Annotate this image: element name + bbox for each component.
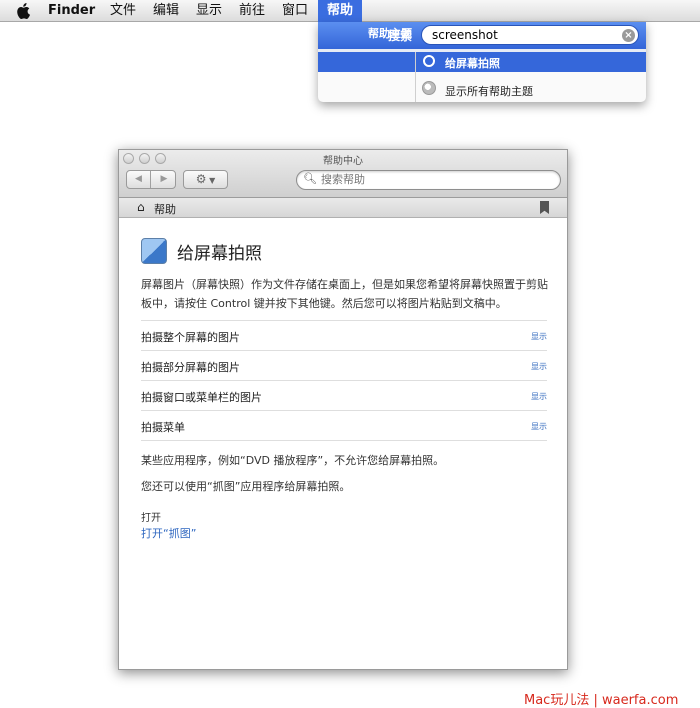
menu-column-divider — [415, 52, 416, 102]
finder-icon — [141, 238, 167, 264]
help-topic-label[interactable]: 给屏幕拍照 — [445, 55, 500, 71]
chevron-down-icon: ▼ — [206, 176, 216, 185]
task-label: 拍摄部分屏幕的图片 — [141, 361, 240, 374]
clear-search-icon[interactable]: × — [622, 29, 635, 42]
apple-menu-button[interactable] — [10, 3, 36, 19]
open-heading: 打开 — [141, 513, 161, 524]
navigation-buttons: ◀ ▶ — [126, 170, 176, 189]
divider — [141, 440, 547, 441]
back-button[interactable]: ◀ — [127, 171, 151, 188]
bookmark-icon[interactable] — [540, 201, 549, 214]
home-link[interactable]: 帮助 — [154, 201, 176, 217]
menu-window[interactable]: 窗口 — [274, 0, 316, 22]
menu-edit[interactable]: 编辑 — [145, 0, 187, 22]
help-globe-icon — [422, 81, 436, 95]
help-topic-icon — [423, 55, 435, 67]
article-title: 给屏幕拍照 — [177, 244, 262, 264]
task-row[interactable]: 拍摄整个屏幕的图片 显示 — [141, 320, 547, 350]
show-toggle-link[interactable]: 显示 — [531, 421, 547, 432]
help-search-value[interactable]: screenshot — [432, 28, 498, 42]
show-toggle-link[interactable]: 显示 — [531, 391, 547, 402]
gear-action-button[interactable]: ⚙ ▼ — [183, 170, 228, 189]
show-toggle-link[interactable]: 显示 — [531, 331, 547, 342]
article-intro: 屏幕图片（屏幕快照）作为文件存储在桌面上，但是如果您希望将屏幕快照置于剪贴板中，… — [141, 278, 548, 310]
menu-view[interactable]: 显示 — [188, 0, 230, 22]
task-row[interactable]: 拍摄菜单 显示 — [141, 410, 547, 440]
menu-bar: Finder 文件 编辑 显示 前往 窗口 帮助 — [0, 0, 700, 22]
article-note: 某些应用程序，例如“DVD 播放程序”，不允许您给屏幕拍照。 — [141, 454, 445, 467]
menu-finder[interactable]: Finder — [40, 0, 103, 22]
task-row[interactable]: 拍摄部分屏幕的图片 显示 — [141, 350, 547, 380]
show-toggle-link[interactable]: 显示 — [531, 361, 547, 372]
help-topics-label: 帮助主题 — [368, 27, 412, 40]
help-center-window: 帮助中心 ◀ ▶ ⚙ ▼ 🔍︎ ⌂ 帮助 给屏幕拍照 屏幕图片（屏幕快照）作为文… — [118, 149, 568, 670]
window-titlebar[interactable]: 帮助中心 ◀ ▶ ⚙ ▼ 🔍︎ — [119, 150, 567, 198]
task-label: 拍摄菜单 — [141, 421, 185, 434]
task-label: 拍摄整个屏幕的图片 — [141, 331, 240, 344]
breadcrumb: ⌂ 帮助 — [119, 198, 567, 218]
article-note: 您还可以使用“抓图”应用程序给屏幕拍照。 — [141, 480, 351, 493]
task-row[interactable]: 拍摄窗口或菜单栏的图片 显示 — [141, 380, 547, 410]
apple-icon — [17, 3, 30, 19]
forward-button[interactable]: ▶ — [152, 171, 176, 188]
window-title: 帮助中心 — [323, 156, 363, 167]
menu-file[interactable]: 文件 — [102, 0, 144, 22]
help-window-search-field[interactable]: 🔍︎ — [296, 170, 561, 190]
show-all-topics-item[interactable]: 显示所有帮助主题 — [445, 83, 533, 99]
search-icon: 🔍︎ — [303, 172, 317, 185]
menu-help[interactable]: 帮助 — [318, 0, 363, 22]
watermark: Mac玩儿法 | waerfa.com — [524, 693, 679, 708]
help-window-search-input[interactable] — [321, 173, 551, 186]
help-menu-dropdown: 搜索 screenshot × 帮助主题 给屏幕拍照 显示所有帮助主题 — [318, 22, 646, 102]
help-search-input[interactable]: screenshot × — [421, 25, 639, 45]
menu-go[interactable]: 前往 — [231, 0, 273, 22]
gear-icon: ⚙ — [195, 172, 207, 186]
home-icon[interactable]: ⌂ — [137, 200, 145, 214]
task-label: 拍摄窗口或菜单栏的图片 — [141, 391, 262, 404]
open-grab-link[interactable]: 打开“抓图” — [141, 525, 196, 541]
